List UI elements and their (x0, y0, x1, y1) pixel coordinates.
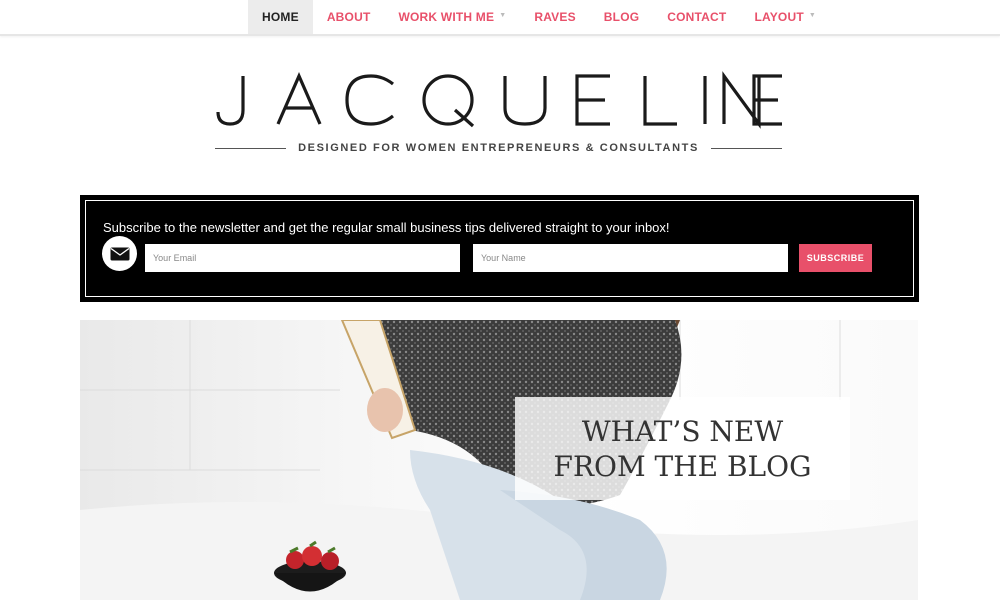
envelope-icon (102, 236, 137, 271)
newsletter-text: Subscribe to the newsletter and get the … (103, 220, 670, 235)
nav-item-label: BLOG (603, 10, 640, 24)
nav-item-label: ABOUT (326, 10, 371, 24)
chevron-down-icon: ▼ (499, 11, 507, 19)
hero-banner[interactable]: WHAT’S NEW FROM THE BLOG (80, 320, 918, 600)
newsletter-signup: Subscribe to the newsletter and get the … (80, 195, 919, 302)
nav-item-blog[interactable]: BLOG (590, 0, 653, 34)
nav-item-label: CONTACT (667, 10, 727, 24)
nav-item-raves[interactable]: RAVES (520, 0, 589, 34)
top-navigation: HOME ABOUT WORK WITH ME ▼ RAVES BLOG CON… (0, 0, 1000, 36)
tagline-row: DESIGNED FOR WOMEN ENTREPRENEURS & CONSU… (215, 140, 783, 156)
blog-callout[interactable]: WHAT’S NEW FROM THE BLOG (515, 397, 850, 500)
nav-menu: HOME ABOUT WORK WITH ME ▼ RAVES BLOG CON… (248, 0, 830, 34)
divider (710, 147, 783, 149)
email-field[interactable] (145, 244, 460, 272)
name-field[interactable] (473, 244, 788, 272)
nav-item-label: WORK WITH ME (398, 10, 495, 24)
blog-section-title: WHAT’S NEW FROM THE BLOG (553, 414, 812, 483)
divider (215, 147, 287, 149)
nav-item-label: RAVES (534, 10, 576, 24)
nav-item-layout[interactable]: LAYOUT ▼ (740, 0, 830, 34)
nav-item-label: HOME (262, 10, 299, 24)
site-tagline: DESIGNED FOR WOMEN ENTREPRENEURS & CONSU… (298, 142, 699, 154)
subscribe-button[interactable]: SUBSCRIBE (799, 244, 872, 272)
nav-item-home[interactable]: HOME (248, 0, 313, 34)
site-logo[interactable] (215, 70, 785, 130)
nav-item-contact[interactable]: CONTACT (653, 0, 740, 34)
chevron-down-icon: ▼ (808, 11, 817, 19)
newsletter-frame: Subscribe to the newsletter and get the … (85, 200, 914, 297)
nav-item-label: LAYOUT (754, 10, 804, 24)
nav-item-about[interactable]: ABOUT (313, 0, 385, 34)
nav-item-work-with-me[interactable]: WORK WITH ME ▼ (384, 0, 520, 34)
